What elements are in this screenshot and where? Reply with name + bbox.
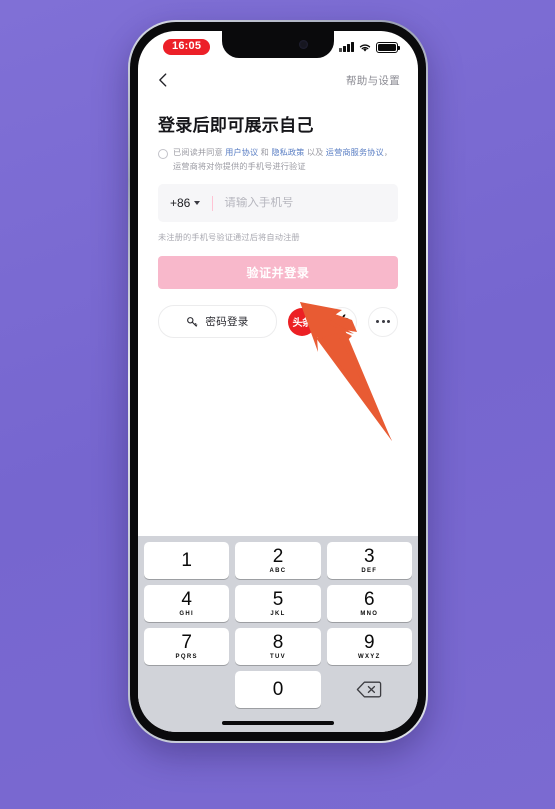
key-4[interactable]: 4 GHI [144, 585, 230, 622]
key-7[interactable]: 7 PQRS [144, 628, 230, 665]
key-number: 5 [272, 589, 284, 610]
agreement-checkbox[interactable] [158, 148, 168, 159]
country-code-value: +86 [170, 196, 191, 211]
signal-bars-icon [339, 42, 354, 52]
key-letters: DEF [361, 568, 378, 574]
key-letters: TUV [270, 654, 286, 660]
chevron-down-icon [194, 201, 201, 206]
key-number: 3 [364, 546, 375, 567]
status-icons [339, 41, 400, 53]
key-letters: WXYZ [358, 654, 381, 660]
key-3[interactable]: 3 DEF [326, 542, 412, 579]
apple-icon [335, 313, 349, 329]
key-1[interactable]: 1 [144, 542, 230, 579]
agreement-mid2: 以及 [304, 148, 326, 157]
navigation-bar: 帮助与设置 [138, 61, 418, 99]
key-number: 2 [272, 546, 284, 567]
toutiao-login-button[interactable]: 头条 [288, 307, 316, 336]
key-letters: PQRS [175, 654, 198, 660]
key-number: 7 [181, 632, 192, 653]
backspace-icon [357, 681, 382, 698]
numeric-keyboard: 1 2 ABC 3 DEF 4 GHI 5 JKL 6 MNO 7 PQRS 8… [138, 536, 418, 732]
more-login-options-button[interactable] [368, 306, 398, 337]
text-cursor [212, 195, 214, 211]
phone-number-input[interactable] [224, 197, 386, 210]
keyboard-row: 1 2 ABC 3 DEF [141, 542, 415, 579]
phone-device-frame: 16:05 帮助与设置 登录后即可展示自己 已阅读并同意 用户协议 和 隐私政策… [128, 20, 428, 743]
key-icon [187, 316, 198, 327]
back-chevron-icon[interactable] [154, 71, 172, 89]
wifi-icon [359, 43, 371, 52]
ellipsis-icon [376, 320, 390, 324]
key-letters: ABC [269, 568, 287, 574]
password-login-button[interactable]: 密码登录 [158, 305, 277, 339]
front-camera-icon [299, 40, 308, 49]
phone-input-container[interactable]: +86 [158, 184, 398, 223]
keyboard-row: 0 [141, 671, 415, 708]
key-backspace[interactable] [327, 671, 412, 708]
keyboard-row: 4 GHI 5 JKL 6 MNO [141, 585, 415, 622]
device-notch [222, 31, 334, 58]
key-number: 8 [272, 632, 284, 653]
key-6[interactable]: 6 MNO [326, 585, 412, 622]
key-2[interactable]: 2 ABC [235, 542, 321, 579]
key-letters: JKL [270, 611, 286, 617]
key-number: 1 [181, 550, 192, 571]
keyboard-row: 7 PQRS 8 TUV 9 WXYZ [141, 628, 415, 665]
battery-icon [376, 41, 400, 53]
key-number: 4 [181, 589, 192, 610]
key-letters: MNO [360, 611, 379, 617]
country-code-selector[interactable]: +86 [170, 196, 201, 211]
agreement-text: 已阅读并同意 用户协议 和 隐私政策 以及 运营商服务协议，运营商将对你提供的手… [173, 146, 398, 173]
key-number: 9 [364, 632, 375, 653]
user-agreement-link[interactable]: 用户协议 [225, 148, 258, 157]
alternate-login-row: 密码登录 头条 [158, 305, 398, 339]
phone-bezel: 16:05 帮助与设置 登录后即可展示自己 已阅读并同意 用户协议 和 隐私政策… [130, 22, 426, 741]
verify-and-login-button[interactable]: 验证并登录 [158, 256, 398, 290]
password-login-label: 密码登录 [205, 316, 249, 329]
phone-screen: 16:05 帮助与设置 登录后即可展示自己 已阅读并同意 用户协议 和 隐私政策… [138, 31, 418, 732]
login-content: 登录后即可展示自己 已阅读并同意 用户协议 和 隐私政策 以及 运营商服务协议，… [138, 99, 418, 339]
agreement-row: 已阅读并同意 用户协议 和 隐私政策 以及 运营商服务协议，运营商将对你提供的手… [158, 146, 398, 173]
carrier-service-agreement-link[interactable]: 运营商服务协议 [326, 148, 384, 157]
key-letters: GHI [179, 611, 194, 617]
key-5[interactable]: 5 JKL [235, 585, 321, 622]
auto-register-hint: 未注册的手机号验证通过后将自动注册 [158, 233, 300, 243]
agreement-prefix: 已阅读并同意 [173, 148, 226, 157]
key-number: 6 [364, 589, 375, 610]
home-indicator [222, 721, 334, 725]
privacy-policy-link[interactable]: 隐私政策 [271, 148, 304, 157]
status-time-recording-pill: 16:05 [163, 38, 211, 56]
key-9[interactable]: 9 WXYZ [326, 628, 412, 665]
key-8[interactable]: 8 TUV [235, 628, 321, 665]
key-number: 0 [272, 679, 284, 700]
apple-login-button[interactable] [327, 306, 357, 337]
page-title: 登录后即可展示自己 [158, 116, 314, 135]
agreement-mid1: 和 [258, 148, 272, 157]
key-blank [144, 671, 229, 708]
key-0[interactable]: 0 [235, 671, 321, 708]
help-and-settings-link[interactable]: 帮助与设置 [346, 73, 400, 88]
